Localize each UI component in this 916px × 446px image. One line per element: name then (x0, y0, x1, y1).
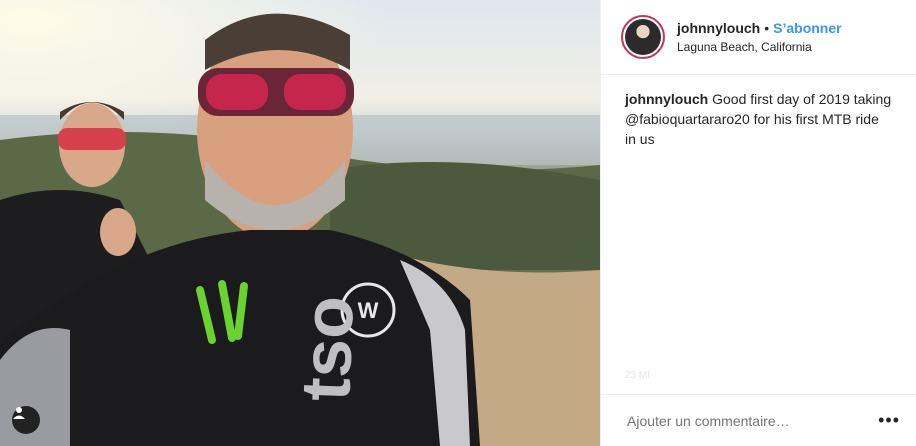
caption: johnnylouch Good first day of 2019 takin… (601, 75, 916, 149)
post-photo[interactable]: W tso (0, 0, 600, 446)
faint-date-label: 23 MI (625, 370, 651, 381)
location-link[interactable]: Laguna Beach, California (677, 39, 842, 55)
user-tag-button[interactable] (12, 406, 40, 434)
header-text: johnnylouch • S’abonner Laguna Beach, Cali… (677, 19, 842, 55)
caption-username[interactable]: johnnylouch (625, 91, 708, 107)
avatar-image (625, 19, 661, 55)
svg-text:tso: tso (286, 295, 368, 403)
user-tag-icon (13, 407, 25, 419)
post-sidebar: johnnylouch • S’abonner Laguna Beach, Cali… (600, 0, 916, 446)
comment-input[interactable] (625, 411, 873, 430)
instagram-post: W tso johnnylouch • S’abonner Laguna Beach… (0, 0, 916, 446)
photo-illustration: W tso (0, 0, 600, 446)
username-link[interactable]: johnnylouch (677, 20, 760, 36)
avatar[interactable] (621, 15, 665, 59)
post-header: johnnylouch • S’abonner Laguna Beach, Cali… (601, 0, 916, 75)
header-line: johnnylouch • S’abonner (677, 19, 842, 37)
separator-dot: • (764, 20, 770, 36)
follow-button[interactable]: S’abonner (773, 20, 841, 36)
more-options-icon[interactable]: ••• (872, 410, 906, 431)
comment-bar: ••• (601, 394, 916, 446)
